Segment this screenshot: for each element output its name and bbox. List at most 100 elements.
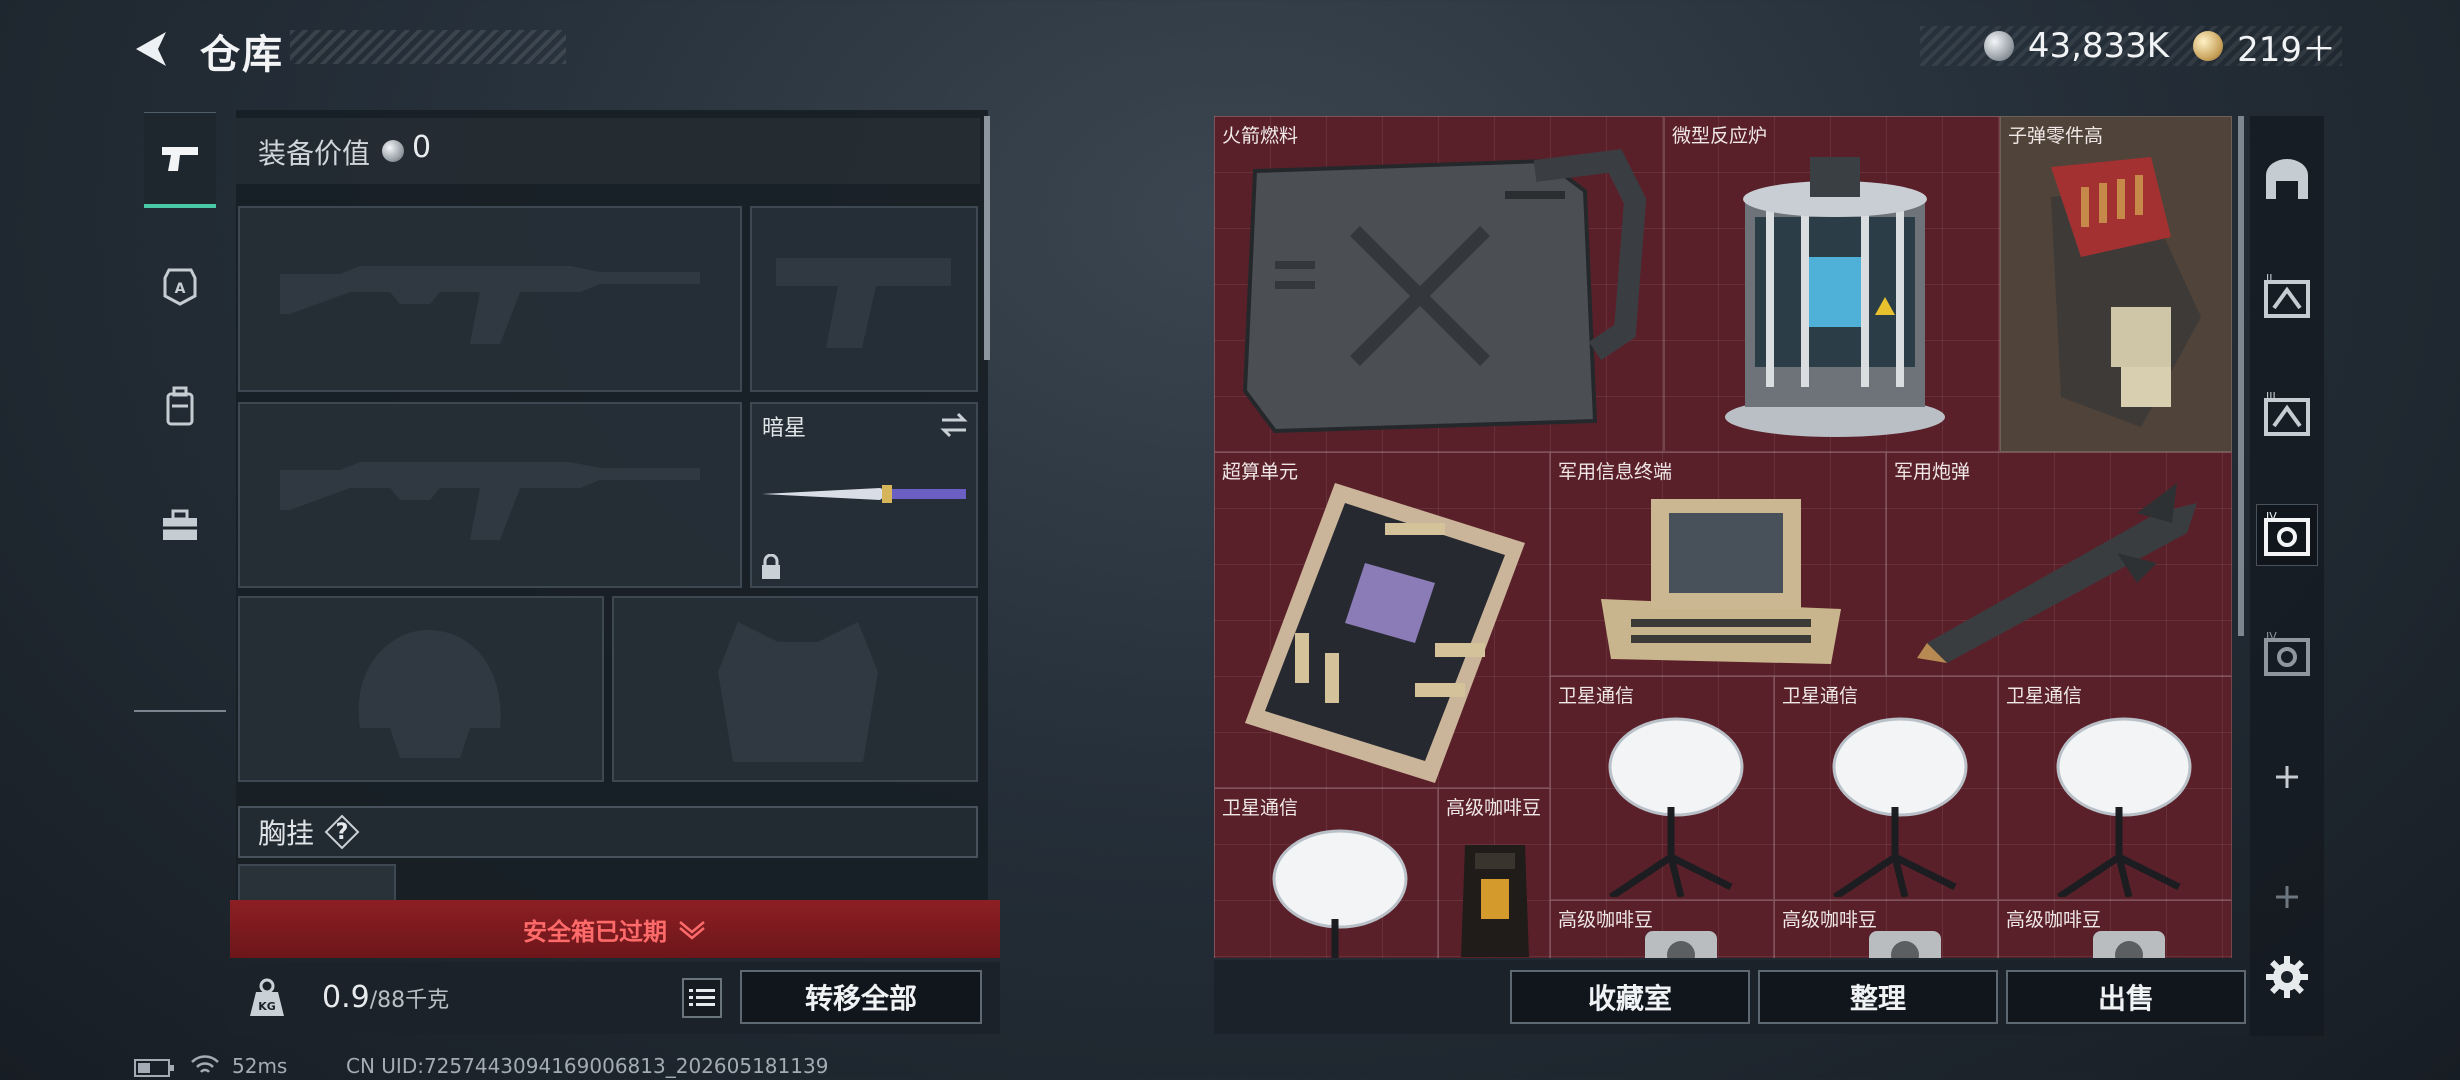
ping-text: 52ms xyxy=(232,1054,288,1078)
sell-button[interactable]: 出售 xyxy=(2006,970,2246,1024)
item-name: 卫星通信 xyxy=(2006,685,2083,707)
item-name: 高级咖啡豆 xyxy=(1446,797,1542,819)
uid-text: CN UID:7257443094169006813_202605181139 xyxy=(346,1054,829,1078)
satellite-dish-icon xyxy=(1832,717,1968,897)
item-name: 卫星通信 xyxy=(1222,797,1299,819)
settings-button[interactable] xyxy=(2256,946,2318,1008)
tab-stash-5[interactable]: IV xyxy=(2256,624,2318,686)
terminal-icon xyxy=(1601,499,1841,664)
back-arrow-icon[interactable] xyxy=(128,26,174,72)
carry-weight-current: 0.9 xyxy=(322,980,370,1015)
reactor-icon xyxy=(1725,157,1945,437)
collection-button[interactable]: 收藏室 xyxy=(1510,970,1750,1024)
stash-item[interactable]: 高级咖啡豆 xyxy=(1774,900,1998,958)
carry-weight-max: /88千克 xyxy=(369,988,450,1013)
item-name: 卫星通信 xyxy=(1782,685,1859,707)
item-name: 军用信息终端 xyxy=(1558,461,1673,483)
equip-value: 0 xyxy=(412,130,432,165)
stash-item[interactable]: 卫星通信 xyxy=(1550,676,1774,900)
tab-stash-3[interactable]: III xyxy=(2256,384,2318,446)
tabs-divider xyxy=(134,710,226,712)
stash-item[interactable]: 军用炮弹 xyxy=(1886,452,2232,676)
stash-item[interactable]: 微型反应炉 xyxy=(1664,116,2000,452)
safe-box-expired-bar[interactable]: 安全箱已过期 xyxy=(230,900,1000,958)
add-stash-page-button-locked[interactable] xyxy=(2256,866,2318,928)
carry-weight: 0.9/88千克 xyxy=(322,980,449,1015)
stash-item[interactable]: 卫星通信 xyxy=(1998,676,2232,900)
tab-weapons[interactable] xyxy=(144,112,216,208)
stash-page-4-icon: IV xyxy=(2264,510,2310,556)
stash-page-2-icon: II xyxy=(2264,272,2310,318)
stash-item[interactable]: 高级咖啡豆 xyxy=(1998,900,2232,958)
tab-stash-main[interactable] xyxy=(2256,148,2318,210)
loadout-category-tabs: A xyxy=(134,108,226,714)
stash-item[interactable]: 超算单元 xyxy=(1214,452,1550,788)
stash-item[interactable]: 卫星通信 xyxy=(1214,788,1438,958)
melee-slot[interactable]: 暗星 xyxy=(750,402,978,588)
stash-grid: 火箭燃料 微型反应炉 子弹零件高 超算单元 军用信息终端 军用炮弹 卫星通信 卫… xyxy=(1214,116,2232,958)
tab-tools[interactable] xyxy=(144,478,216,574)
weight-icon: KG xyxy=(248,978,286,1018)
coffee-icon xyxy=(1645,931,1717,958)
stash-page-3-icon: III xyxy=(2264,390,2310,436)
silver-currency-value: 43,833K xyxy=(2027,26,2170,66)
page-title: 仓库 xyxy=(200,32,284,78)
melee-name: 暗星 xyxy=(762,416,807,441)
title-decoration xyxy=(290,30,566,64)
coffee-icon xyxy=(2093,931,2165,958)
rifle-silhouette-icon xyxy=(280,462,700,540)
chest-rig-label: 胸挂 xyxy=(258,817,315,850)
stash-item[interactable]: 高级咖啡豆 xyxy=(1550,900,1774,958)
equip-value-label: 装备价值 xyxy=(258,137,371,170)
secondary-weapon-slot[interactable] xyxy=(238,402,742,588)
chest-rig-slot[interactable] xyxy=(238,864,396,904)
item-name: 微型反应炉 xyxy=(1672,125,1768,147)
stash-item[interactable]: 高级咖啡豆 xyxy=(1438,788,1550,958)
satellite-dish-icon xyxy=(1272,829,1408,958)
add-icon xyxy=(2276,886,2298,908)
organize-button[interactable]: 整理 xyxy=(1758,970,1998,1024)
svg-text:A: A xyxy=(175,281,186,297)
lock-icon xyxy=(762,554,780,579)
list-view-button[interactable] xyxy=(682,978,722,1018)
rifle-silhouette-icon xyxy=(280,266,700,344)
tab-stash-2[interactable]: II xyxy=(2256,266,2318,328)
tab-armor[interactable]: A xyxy=(144,238,216,334)
stash-item[interactable]: 军用信息终端 xyxy=(1550,452,1886,676)
coffee-icon xyxy=(1869,931,1941,958)
primary-weapon-slot[interactable] xyxy=(238,206,742,392)
tab-stash-4[interactable]: IV xyxy=(2256,504,2318,566)
gold-currency-value[interactable]: 219＋ xyxy=(2237,22,2336,71)
safe-box-status: 安全箱已过期 xyxy=(523,917,667,946)
coffee-bag-icon xyxy=(1461,845,1529,957)
stash-item[interactable]: 卫星通信 xyxy=(1774,676,1998,900)
circuit-board-icon xyxy=(1245,483,1525,783)
backpack-icon xyxy=(166,386,194,426)
pistol-silhouette-icon xyxy=(776,258,951,348)
item-name: 高级咖啡豆 xyxy=(1558,909,1654,931)
stash-item[interactable]: 子弹零件高 xyxy=(2000,116,2232,452)
sidearm-slot[interactable] xyxy=(750,206,978,392)
knife-icon xyxy=(762,485,966,503)
helmet-slot[interactable] xyxy=(238,596,604,782)
satellite-dish-icon xyxy=(2056,717,2192,897)
loadout-scrollbar[interactable] xyxy=(984,116,990,360)
transfer-all-button[interactable]: 转移全部 xyxy=(740,970,982,1024)
body-armor-slot[interactable] xyxy=(612,596,978,782)
swap-icon[interactable] xyxy=(938,412,970,438)
tab-backpack[interactable] xyxy=(144,358,216,454)
pistol-icon xyxy=(162,146,198,171)
armor-badge-icon: A xyxy=(163,268,197,306)
helmet-silhouette-icon xyxy=(358,629,501,758)
stash-main-icon xyxy=(2266,159,2308,199)
chest-rig-row[interactable]: 胸挂 ? xyxy=(238,806,978,858)
svg-text:IV: IV xyxy=(2266,630,2277,643)
svg-text:KG: KG xyxy=(258,1000,276,1013)
item-name: 子弹零件高 xyxy=(2008,125,2104,147)
help-icon[interactable]: ? xyxy=(324,814,360,850)
currency-bar: 43,833K 219＋ xyxy=(1920,26,2342,70)
add-stash-page-button[interactable] xyxy=(2256,746,2318,808)
stash-scrollbar[interactable] xyxy=(2238,116,2244,636)
stash-item[interactable]: 火箭燃料 xyxy=(1214,116,1664,452)
silver-coin-icon xyxy=(382,140,404,162)
